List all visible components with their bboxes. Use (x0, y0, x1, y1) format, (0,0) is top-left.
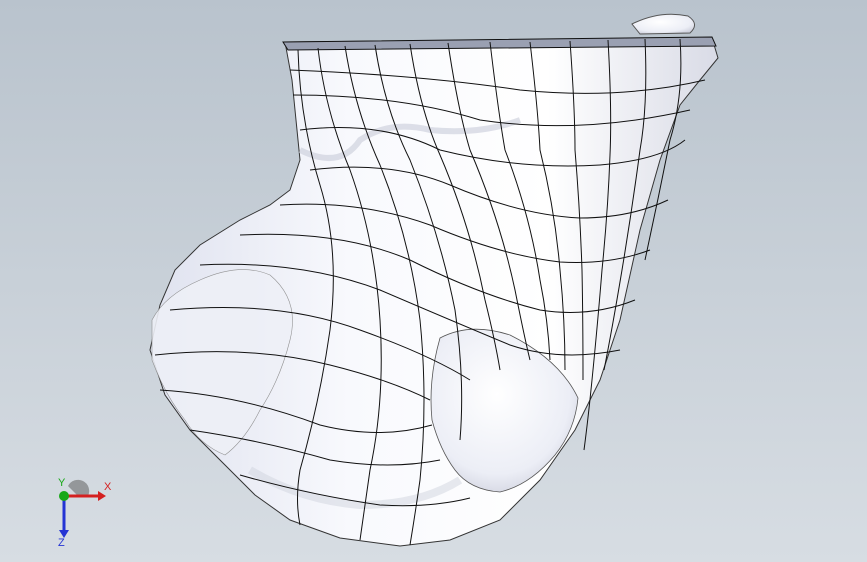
top-knob (631, 13, 695, 35)
x-axis-label: X (104, 481, 112, 493)
graphics-viewport[interactable]: X Y Z (0, 0, 867, 562)
coordinate-triad[interactable]: X Y Z (42, 478, 112, 548)
y-axis-label: Y (58, 478, 66, 489)
y-axis-dot-icon (59, 491, 69, 501)
triad-origin-icon (68, 479, 90, 496)
3d-model[interactable] (0, 0, 867, 562)
z-axis-label: Z (58, 537, 65, 548)
